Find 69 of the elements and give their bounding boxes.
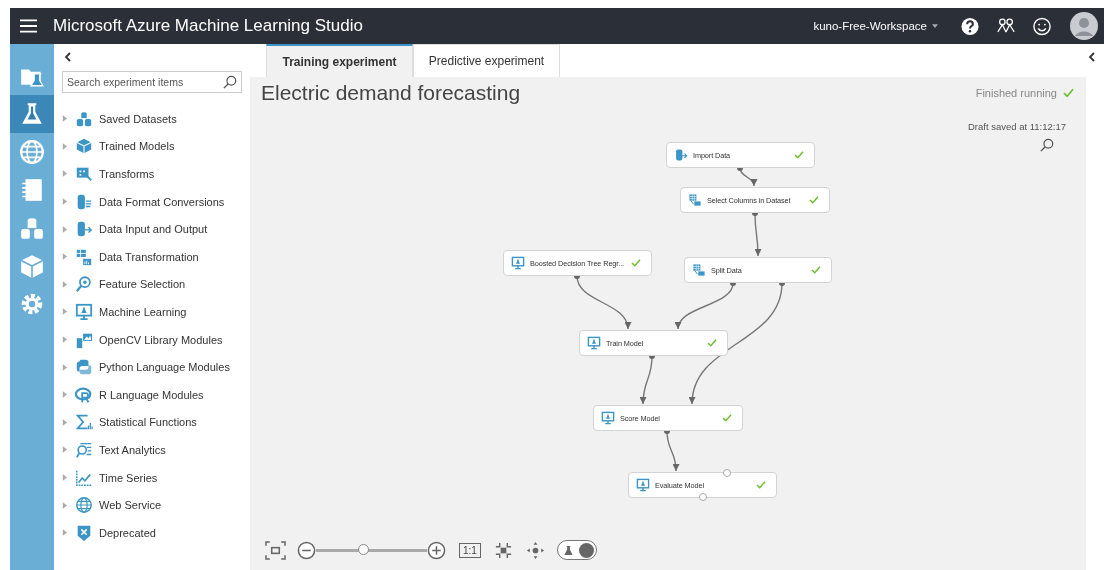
- monitor-flask-icon: [587, 336, 601, 350]
- tab[interactable]: Predictive experiment: [413, 44, 560, 77]
- flask-icon: [562, 544, 574, 556]
- globe-icon: [75, 496, 93, 515]
- palette-item[interactable]: R Language Modules: [62, 380, 242, 409]
- palette-item[interactable]: Python Language Modules: [62, 353, 242, 381]
- monitor-flask-icon: [511, 256, 525, 270]
- cylinders-icon: [19, 215, 45, 241]
- palette-item[interactable]: Machine Learning: [62, 298, 242, 326]
- avatar-icon[interactable]: [1070, 12, 1098, 40]
- app-title: Microsoft Azure Machine Learning Studio: [53, 16, 363, 36]
- help-icon[interactable]: [960, 16, 980, 36]
- palette-item[interactable]: Web Service: [62, 491, 242, 519]
- palette-item[interactable]: Saved Datasets: [62, 105, 242, 133]
- monitor-flask-icon: [601, 411, 615, 425]
- slider-thumb[interactable]: [357, 543, 369, 555]
- palette-item[interactable]: Text Analytics: [62, 436, 242, 464]
- cylinder-arrow-icon: [75, 220, 93, 239]
- table-arrow-icon: [692, 263, 706, 277]
- pan-icon[interactable]: [524, 540, 546, 560]
- magnifier-lines-icon: [75, 440, 93, 459]
- tab[interactable]: Training experiment: [266, 44, 413, 77]
- connector: [574, 273, 631, 330]
- table-arrow-icon: [688, 193, 702, 207]
- palette-item[interactable]: Feature Selection: [62, 270, 242, 299]
- line-chart-icon: [75, 468, 93, 487]
- palette-item[interactable]: Statistical Functions: [62, 408, 242, 437]
- search-icon: [223, 75, 237, 89]
- magnifier-icon: [75, 275, 93, 294]
- collapse-icon[interactable]: [1089, 52, 1095, 62]
- grid-arrow-icon: [75, 165, 93, 183]
- palette-item[interactable]: Trained Models: [62, 132, 242, 161]
- fit-icon[interactable]: [265, 540, 286, 560]
- zoom-out-icon[interactable]: [297, 540, 316, 560]
- collapse-icon[interactable]: [65, 52, 71, 62]
- palette-item[interactable]: Data Format Conversions: [62, 187, 242, 216]
- settings-icon: [19, 291, 45, 317]
- monitor-flask-icon: [636, 478, 650, 492]
- cube-icon: [75, 137, 93, 156]
- zoom-in-icon[interactable]: [427, 540, 446, 560]
- cylinders-icon: [75, 109, 93, 128]
- notebook-icon: [19, 177, 45, 203]
- cube-icon: [19, 253, 45, 279]
- search-field[interactable]: Search experiment items: [62, 71, 242, 93]
- cylinder-lines-icon: [75, 192, 93, 211]
- table-chart-icon: [75, 247, 93, 266]
- monitor-flask-icon: [75, 302, 93, 321]
- cylinder-arrow-icon: [674, 148, 688, 162]
- experiment-title: Electric demand forecasting: [261, 81, 521, 105]
- menu-icon[interactable]: [20, 19, 37, 33]
- search-icon[interactable]: [1040, 138, 1054, 152]
- caret-icon: [932, 24, 938, 28]
- flask-icon: [19, 101, 45, 127]
- sigma-chart-icon: [75, 413, 93, 432]
- palette-item[interactable]: Transforms: [62, 160, 242, 188]
- palette-item[interactable]: Data Input and Output: [62, 215, 242, 243]
- workspace-dropdown[interactable]: kuno-Free-Workspace: [813, 20, 938, 32]
- nav-button[interactable]: [10, 95, 54, 133]
- toggle-switch[interactable]: [556, 540, 597, 560]
- run-status: Finished running: [975, 87, 1057, 99]
- palette-item[interactable]: Time Series: [62, 463, 242, 492]
- palette-item[interactable]: Data Transformation: [62, 242, 242, 271]
- palette-item[interactable]: OpenCV Library Modules: [62, 325, 242, 354]
- draft-saved-text: Draft saved at 11:12:17: [967, 121, 1066, 132]
- shield-x-icon: [75, 523, 93, 542]
- palette-item[interactable]: Deprecated: [62, 518, 242, 547]
- smiley-icon[interactable]: [1032, 16, 1052, 36]
- globe-icon: [19, 139, 45, 165]
- actual-size-button[interactable]: 1:1: [459, 542, 481, 558]
